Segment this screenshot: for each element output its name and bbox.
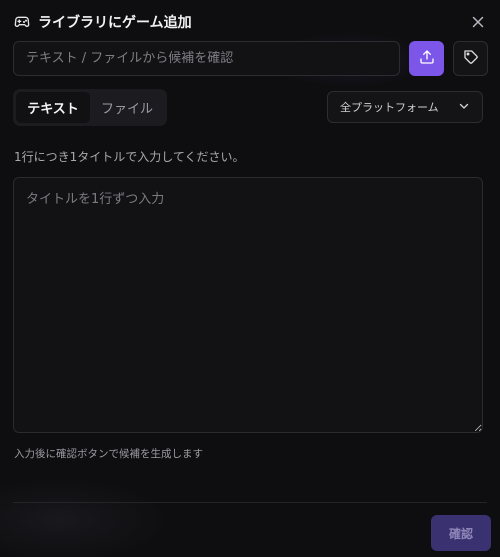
platform-select-value: 全プラットフォーム bbox=[340, 101, 439, 114]
chevron-down-icon bbox=[458, 100, 470, 115]
input-hint: 1行につき1タイトルで入力してください。 bbox=[14, 150, 245, 164]
footer-divider bbox=[13, 502, 487, 503]
tab-file[interactable]: ファイル bbox=[90, 92, 164, 123]
upload-button[interactable] bbox=[409, 41, 444, 76]
tab-text[interactable]: テキスト bbox=[16, 92, 90, 123]
search-input[interactable] bbox=[13, 41, 400, 76]
confirm-hint: 入力後に確認ボタンで候補を生成します bbox=[14, 448, 203, 460]
add-game-dialog: ライブラリにゲーム追加 テキスト / ファイルから候補を確認 テキスト ファイル… bbox=[0, 0, 500, 557]
gamepad-icon bbox=[14, 14, 30, 30]
close-button[interactable] bbox=[468, 12, 488, 32]
tag-icon bbox=[463, 49, 479, 69]
dialog-title: ライブラリにゲーム追加 bbox=[38, 15, 192, 31]
dialog-header: ライブラリにゲーム追加 bbox=[14, 12, 192, 32]
close-icon bbox=[472, 13, 484, 32]
confirm-button[interactable]: 確認 bbox=[431, 515, 491, 551]
tag-button[interactable] bbox=[453, 41, 488, 76]
platform-select[interactable]: 全プラットフォーム bbox=[327, 91, 483, 123]
search-row bbox=[13, 41, 488, 76]
titles-textarea[interactable] bbox=[13, 177, 483, 433]
upload-icon bbox=[419, 49, 435, 69]
input-mode-tabs: テキスト ファイル bbox=[13, 89, 167, 126]
